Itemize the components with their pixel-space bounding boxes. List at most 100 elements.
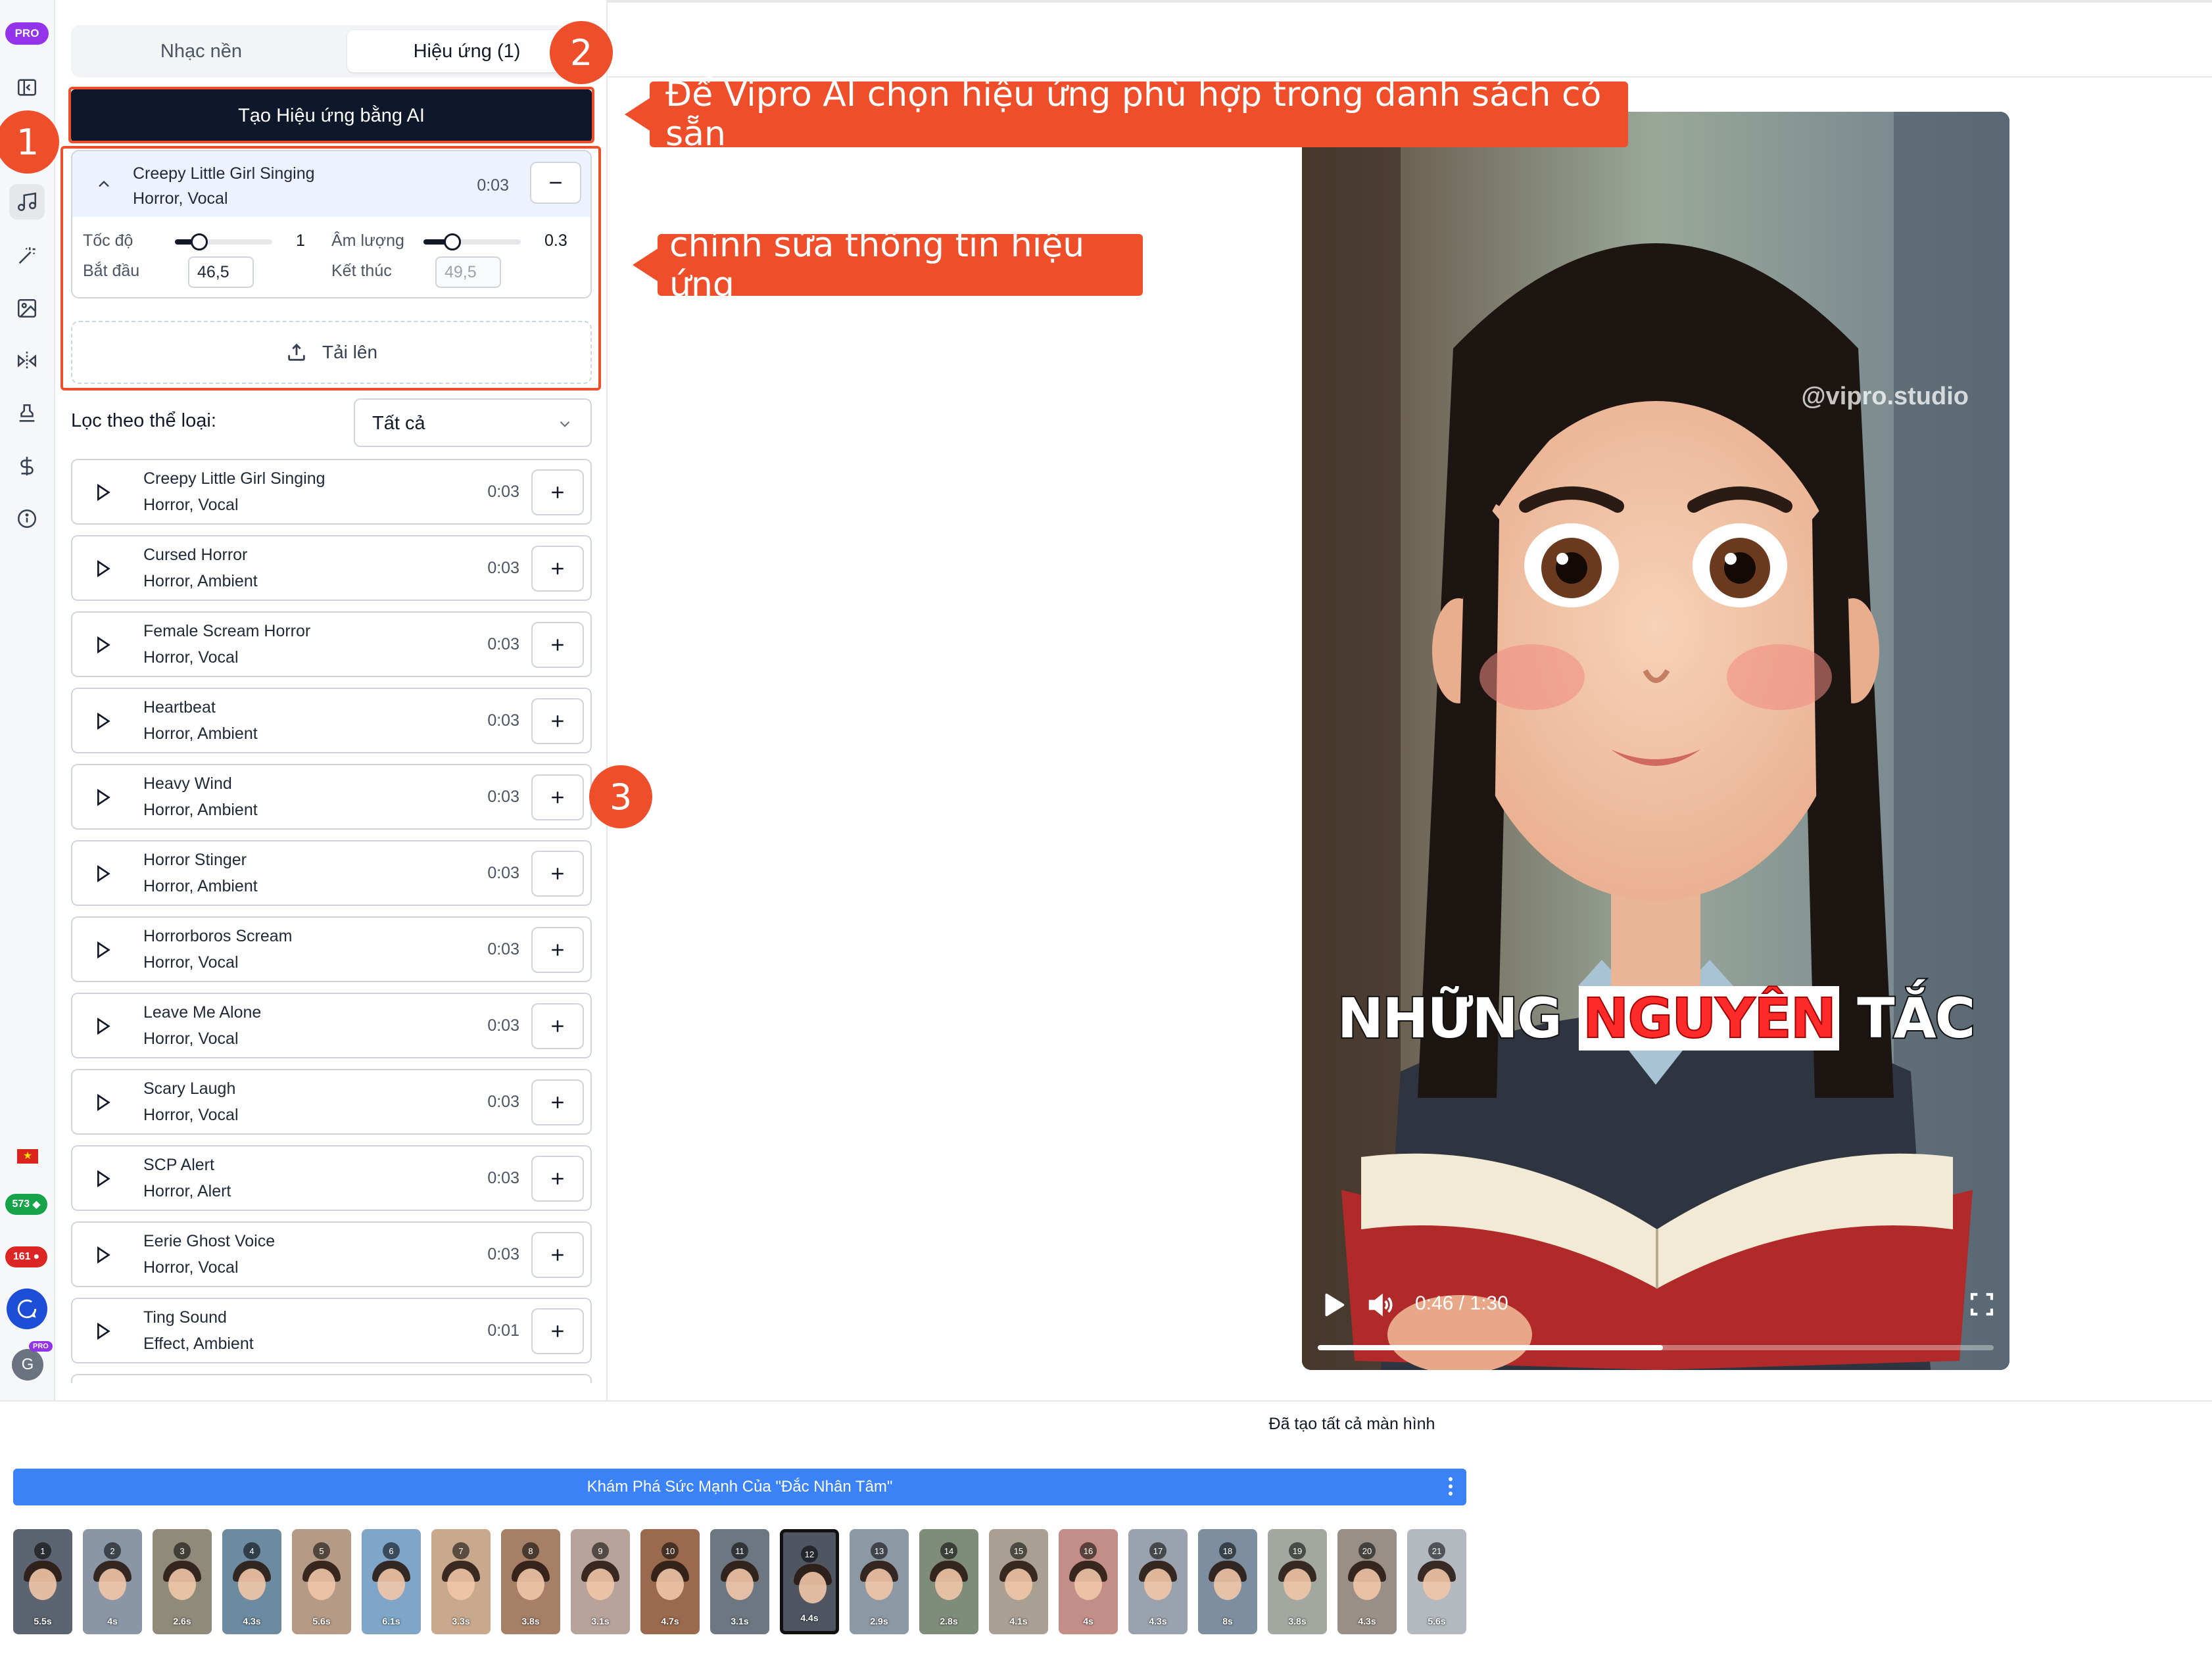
sound-categories: Horror, Ambient <box>143 877 258 895</box>
play-icon[interactable] <box>92 711 113 732</box>
scene-thumbnail-11[interactable]: 11 3.1s <box>710 1529 769 1634</box>
list-item[interactable]: Eerie Ghost Voice Horror, Vocal 0:03 <box>71 1221 592 1287</box>
add-sound-button[interactable] <box>531 1079 584 1125</box>
list-item[interactable]: Horror Stinger Horror, Ambient 0:03 <box>71 840 592 906</box>
scene-thumbnail-4[interactable]: 4 4.3s <box>222 1529 281 1634</box>
music-icon[interactable] <box>9 184 45 220</box>
scene-thumbnail-8[interactable]: 8 3.8s <box>501 1529 560 1634</box>
play-icon[interactable] <box>92 634 113 655</box>
chat-button[interactable] <box>7 1288 47 1329</box>
add-sound-button[interactable] <box>531 698 584 744</box>
annotation-callout-ai: Để Vipro AI chọn hiệu ứng phù hợp trong … <box>625 75 1628 154</box>
play-icon[interactable] <box>1318 1290 1348 1320</box>
thumbnail-figure-face <box>726 1569 754 1600</box>
scene-duration: 5.6s <box>1428 1616 1446 1626</box>
list-item[interactable]: Ting Sound Effect, Ambient 0:01 <box>71 1298 592 1363</box>
sound-categories: Horror, Vocal <box>143 496 239 514</box>
video-player[interactable]: @vipro.studio NHỮNG NGUYÊN TẮC 0:46 / 1:… <box>1302 112 2009 1370</box>
info-icon[interactable] <box>9 501 45 536</box>
scene-duration: 4.3s <box>243 1616 261 1626</box>
scene-thumbnail-17[interactable]: 17 4.3s <box>1128 1529 1188 1634</box>
scene-thumbnail-7[interactable]: 7 3.3s <box>431 1529 491 1634</box>
add-sound-button[interactable] <box>531 622 584 668</box>
scene-thumbnail-10[interactable]: 10 4.7s <box>640 1529 700 1634</box>
play-icon[interactable] <box>92 1168 113 1189</box>
scene-thumbnail-6[interactable]: 6 6.1s <box>362 1529 421 1634</box>
sound-duration: 0:03 <box>487 559 519 577</box>
add-sound-button[interactable] <box>531 851 584 897</box>
add-sound-button[interactable] <box>531 469 584 515</box>
scene-thumbnail-3[interactable]: 3 2.6s <box>153 1529 212 1634</box>
stamp-icon[interactable] <box>9 396 45 431</box>
scene-thumbnail-19[interactable]: 19 3.8s <box>1268 1529 1327 1634</box>
list-item[interactable]: Heavy Wind Horror, Ambient 0:03 <box>71 764 592 830</box>
scene-duration: 4.3s <box>1358 1616 1376 1626</box>
thumbnail-figure-face <box>799 1572 827 1603</box>
scene-thumbnail-20[interactable]: 20 4.3s <box>1337 1529 1397 1634</box>
list-item-partial[interactable] <box>71 1374 592 1383</box>
plus-icon <box>552 868 564 880</box>
list-item[interactable]: Female Scream Horror Horror, Vocal 0:03 <box>71 611 592 677</box>
scene-group-bar[interactable]: Khám Phá Sức Mạnh Của "Đắc Nhân Tâm" <box>13 1469 1466 1505</box>
play-icon[interactable] <box>92 939 113 960</box>
scene-thumbnail-16[interactable]: 16 4s <box>1059 1529 1118 1634</box>
volume-icon[interactable] <box>1365 1290 1395 1320</box>
sound-categories: Horror, Vocal <box>143 1258 239 1277</box>
scene-thumbnail-21[interactable]: 21 5.6s <box>1407 1529 1466 1634</box>
sidebar-toggle-icon[interactable] <box>9 70 45 105</box>
transition-icon[interactable] <box>9 343 45 379</box>
dollar-icon[interactable] <box>9 448 45 484</box>
magic-wand-icon[interactable] <box>9 238 45 273</box>
add-sound-button[interactable] <box>531 927 584 973</box>
annotation-highlight-selected-effect <box>60 146 601 390</box>
avatar[interactable]: G <box>12 1349 43 1381</box>
fullscreen-icon[interactable] <box>1969 1291 1995 1317</box>
plus-icon <box>552 639 564 651</box>
scene-thumbnail-5[interactable]: 5 5.6s <box>292 1529 351 1634</box>
category-filter-select[interactable]: Tất cả <box>354 398 592 447</box>
image-edit-icon[interactable] <box>9 291 45 326</box>
sound-title: SCP Alert <box>143 1156 214 1174</box>
panel-tabs: Nhạc nền Hiệu ứng (1) <box>71 25 592 78</box>
vietnam-flag-icon[interactable]: ★ <box>17 1149 38 1164</box>
sound-duration: 0:03 <box>487 635 519 653</box>
list-item[interactable]: Cursed Horror Horror, Ambient 0:03 <box>71 535 592 601</box>
scene-thumbnail-2[interactable]: 2 4s <box>83 1529 142 1634</box>
list-item[interactable]: Horrorboros Scream Horror, Vocal 0:03 <box>71 916 592 982</box>
list-item[interactable]: Heartbeat Horror, Ambient 0:03 <box>71 688 592 753</box>
filter-label: Lọc theo thể loại: <box>71 410 216 431</box>
add-sound-button[interactable] <box>531 774 584 820</box>
play-icon[interactable] <box>92 1321 113 1342</box>
thumbnail-figure-face <box>447 1569 475 1600</box>
play-icon[interactable] <box>92 787 113 808</box>
play-icon[interactable] <box>92 863 113 884</box>
scene-thumbnail-12[interactable]: 12 4.4s <box>780 1529 839 1634</box>
add-sound-button[interactable] <box>531 1232 584 1278</box>
add-sound-button[interactable] <box>531 1003 584 1049</box>
add-sound-button[interactable] <box>531 1156 584 1202</box>
play-icon[interactable] <box>92 1244 113 1265</box>
scene-thumbnail-1[interactable]: 1 5.5s <box>13 1529 72 1634</box>
list-item[interactable]: Scary Laugh Horror, Vocal 0:03 <box>71 1069 592 1135</box>
add-sound-button[interactable] <box>531 1308 584 1354</box>
play-icon[interactable] <box>92 1016 113 1037</box>
scene-thumbnail-18[interactable]: 18 8s <box>1198 1529 1257 1634</box>
list-item[interactable]: SCP Alert Horror, Alert 0:03 <box>71 1145 592 1211</box>
scene-thumbnail-15[interactable]: 15 4.1s <box>989 1529 1048 1634</box>
video-progress-bar[interactable] <box>1318 1345 1994 1350</box>
list-item[interactable]: Creepy Little Girl Singing Horror, Vocal… <box>71 459 592 525</box>
play-icon[interactable] <box>92 558 113 579</box>
more-vertical-icon[interactable] <box>1448 1477 1453 1496</box>
scene-thumbnail-13[interactable]: 13 2.9s <box>850 1529 909 1634</box>
credits-badge-b[interactable]: 161 ● <box>5 1246 47 1267</box>
scene-thumbnail-9[interactable]: 9 3.1s <box>571 1529 630 1634</box>
scene-thumbnail-14[interactable]: 14 2.8s <box>919 1529 978 1634</box>
sound-title: Female Scream Horror <box>143 622 311 640</box>
play-icon[interactable] <box>92 482 113 503</box>
sound-duration: 0:03 <box>487 1245 519 1264</box>
add-sound-button[interactable] <box>531 546 584 592</box>
tab-background-music[interactable]: Nhạc nền <box>76 30 326 72</box>
play-icon[interactable] <box>92 1092 113 1113</box>
credits-badge-a[interactable]: 573 ◆ <box>5 1194 47 1215</box>
list-item[interactable]: Leave Me Alone Horror, Vocal 0:03 <box>71 993 592 1058</box>
